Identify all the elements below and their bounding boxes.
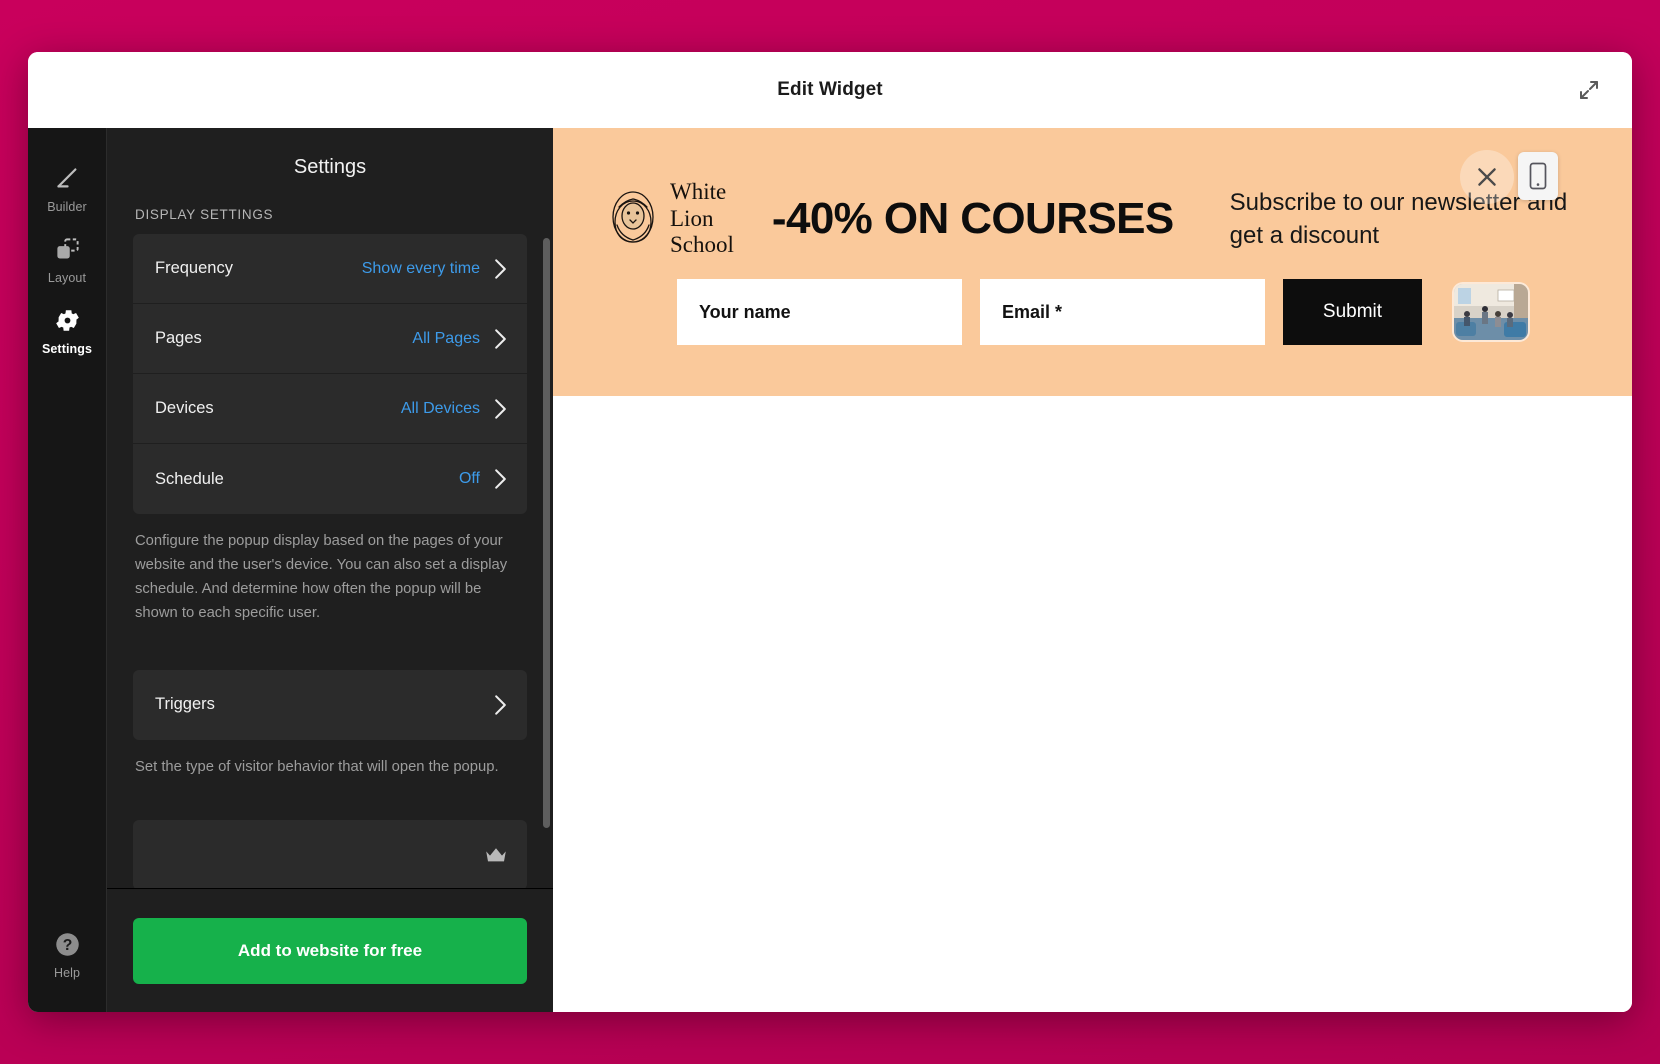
window-titlebar: Edit Widget: [28, 52, 1632, 128]
chevron-right-icon: [494, 468, 507, 490]
row-label-pages: Pages: [155, 329, 202, 347]
settings-row-frequency[interactable]: Frequency Show every time: [133, 234, 527, 304]
submit-button[interactable]: Submit: [1283, 279, 1422, 345]
your-name-input[interactable]: [677, 279, 962, 345]
row-value-pages: All Pages: [412, 329, 480, 347]
row-value-schedule: Off: [458, 470, 480, 487]
email-input[interactable]: [980, 279, 1265, 345]
question-circle-icon: ?: [52, 929, 82, 959]
window-body: Builder Layout Settings ? Help Settings …: [28, 128, 1632, 1012]
mobile-device-toggle[interactable]: [1518, 152, 1558, 200]
pencil-icon: [52, 163, 82, 193]
expand-arrows-icon[interactable]: [1572, 73, 1606, 107]
row-value-devices: All Devices: [400, 399, 480, 417]
rail-item-builder[interactable]: Builder: [28, 152, 106, 223]
lion-head-icon: [607, 191, 659, 247]
rail-item-help[interactable]: ? Help: [28, 918, 106, 1012]
rail-label-help: Help: [53, 966, 81, 980]
layout-icon: [52, 234, 82, 264]
premium-card: [133, 819, 527, 888]
display-settings-card: Frequency Show every time Pages All Page…: [133, 234, 527, 514]
brand-name-line2: School: [670, 232, 734, 258]
settings-scrollbar-thumb[interactable]: [543, 238, 550, 828]
row-label-triggers: Triggers: [155, 695, 215, 714]
popup-headline: -40% ON COURSES: [771, 193, 1174, 243]
display-settings-help-text: Configure the popup display based on the…: [135, 533, 508, 621]
row-label-devices: Devices: [155, 399, 214, 417]
left-rail: Builder Layout Settings ? Help: [28, 128, 106, 1012]
display-settings-section-label: DISPLAY SETTINGS: [135, 207, 274, 222]
row-value-frequency: Show every time: [361, 259, 480, 277]
triggers-card: Triggers: [133, 669, 527, 740]
rail-label-layout: Layout: [47, 271, 87, 285]
popup-form: Submit: [607, 279, 1578, 345]
rail-label-settings: Settings: [41, 342, 93, 356]
settings-panel-footer: Add to website for free: [107, 888, 553, 1012]
chevron-right-icon: [494, 328, 507, 350]
window-title: Edit Widget: [777, 79, 883, 100]
settings-row-pages[interactable]: Pages All Pages: [133, 304, 527, 374]
chevron-right-icon: [494, 258, 507, 280]
popup-header-row: White Lion School -40% ON COURSES Subscr…: [607, 179, 1578, 259]
chevron-right-icon: [494, 694, 507, 716]
gear-icon: [52, 305, 82, 335]
classroom-photo-thumbnail: [1454, 284, 1528, 340]
row-label-frequency: Frequency: [155, 259, 233, 277]
row-label-schedule: Schedule: [155, 469, 224, 488]
popup-content: White Lion School -40% ON COURSES Subscr…: [607, 179, 1578, 345]
brand-name: White Lion School: [670, 179, 734, 259]
rail-item-settings[interactable]: Settings: [28, 294, 106, 365]
chevron-right-icon: [494, 398, 507, 420]
settings-row-triggers[interactable]: Triggers: [133, 670, 527, 740]
settings-row-schedule[interactable]: Schedule Off: [133, 444, 527, 514]
preview-canvas: White Lion School -40% ON COURSES Subscr…: [553, 128, 1632, 1012]
settings-row-premium[interactable]: [133, 820, 527, 888]
settings-row-devices[interactable]: Devices All Devices: [133, 374, 527, 444]
add-to-website-button[interactable]: Add to website for free: [133, 917, 527, 984]
triggers-help-text: Set the type of visitor behavior that wi…: [135, 758, 499, 775]
settings-panel-title: Settings: [293, 156, 367, 178]
rail-label-builder: Builder: [47, 200, 87, 214]
popup-close-button[interactable]: [1460, 150, 1514, 204]
brand-logo: White Lion School: [607, 179, 734, 259]
rail-item-layout[interactable]: Layout: [28, 223, 106, 294]
settings-panel: Settings DISPLAY SETTINGS Frequency Show…: [106, 128, 553, 1012]
popup-preview-bar: White Lion School -40% ON COURSES Subscr…: [553, 128, 1632, 396]
edit-widget-window: Edit Widget Builder Layout Settings ? He…: [28, 52, 1632, 1012]
brand-name-line1: White Lion: [670, 178, 727, 231]
settings-scroll-area: DISPLAY SETTINGS Frequency Show every ti…: [107, 185, 553, 888]
svg-text:?: ?: [62, 937, 72, 954]
crown-icon: [485, 846, 507, 863]
